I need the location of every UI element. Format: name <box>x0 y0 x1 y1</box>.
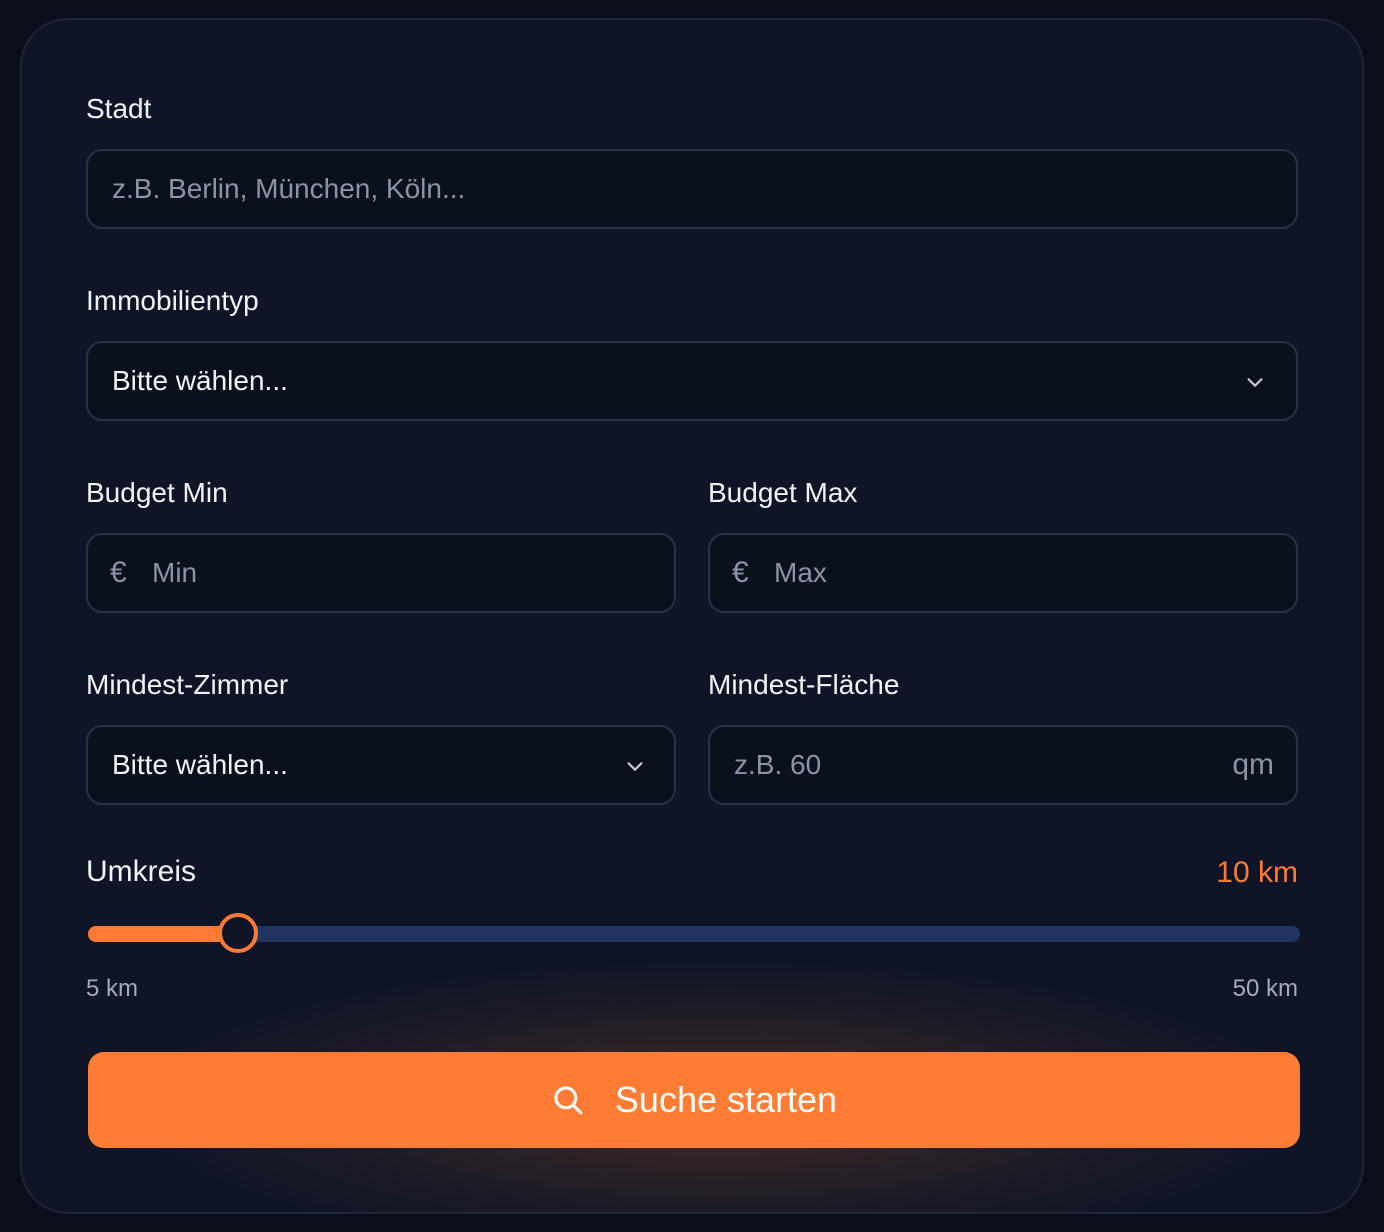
radius-value: 10 km <box>1216 856 1298 889</box>
min-rooms-label: Mindest-Zimmer <box>86 669 289 700</box>
budget-max-label: Budget Max <box>708 477 858 508</box>
chevron-down-icon <box>1247 378 1263 387</box>
city-label: Stadt <box>86 93 152 124</box>
radius-max-label: 50 km <box>1232 975 1298 1002</box>
area-unit-label: qm <box>1232 748 1274 781</box>
min-rooms-select[interactable]: Bitte wählen... <box>86 725 676 805</box>
budget-max-field[interactable]: € <box>708 533 1298 613</box>
radius-label: Umkreis <box>86 855 196 888</box>
radius-slider-thumb[interactable] <box>218 913 258 953</box>
search-button[interactable]: Suche starten <box>88 1052 1300 1148</box>
min-area-input[interactable] <box>734 727 1194 803</box>
radius-min-label: 5 km <box>86 975 139 1002</box>
euro-icon: € <box>732 556 749 589</box>
chevron-down-icon <box>627 762 643 771</box>
city-field[interactable] <box>86 149 1298 229</box>
budget-min-label: Budget Min <box>86 477 228 508</box>
search-icon <box>554 1086 583 1115</box>
euro-icon: € <box>110 556 127 589</box>
min-area-label: Mindest-Fläche <box>708 669 900 700</box>
radius-slider-fill <box>88 926 238 942</box>
property-type-label: Immobilientyp <box>86 285 259 316</box>
search-button-label: Suche starten <box>614 1079 838 1120</box>
min-area-field[interactable]: qm <box>708 725 1298 805</box>
budget-min-field[interactable]: € <box>86 533 676 613</box>
min-rooms-selected-value: Bitte wählen... <box>112 749 288 780</box>
property-type-select[interactable]: Bitte wählen... <box>86 341 1298 421</box>
property-type-selected-value: Bitte wählen... <box>112 365 288 396</box>
radius-slider[interactable] <box>88 913 1300 953</box>
search-form-card: Stadt Immobilientyp Bitte wählen... Budg… <box>20 18 1364 1214</box>
budget-max-input[interactable] <box>774 535 1274 611</box>
city-input[interactable] <box>112 151 1272 227</box>
budget-min-input[interactable] <box>152 535 652 611</box>
